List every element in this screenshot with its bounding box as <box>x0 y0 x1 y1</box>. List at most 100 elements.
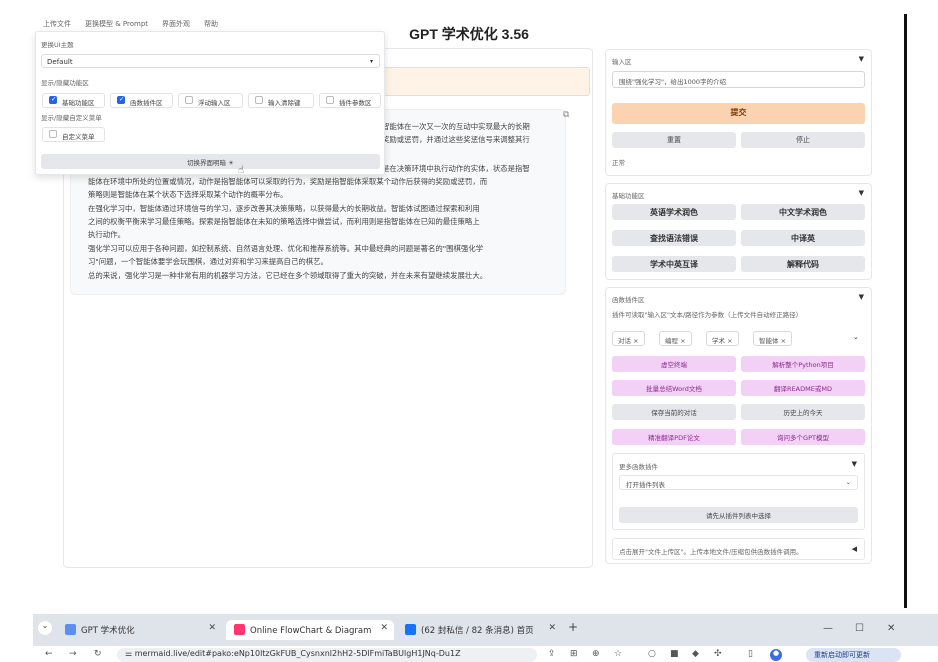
close-window-button[interactable]: ✕ <box>887 623 895 634</box>
void-terminal-button[interactable]: 虚空终端 <box>612 356 736 372</box>
tab-label: (62 封私信 / 82 条消息) 首页 <box>421 626 534 636</box>
checkbox-label: 输入清除键 <box>268 99 301 107</box>
minimize-button[interactable]: — <box>823 623 833 634</box>
collapse-toggle-icon[interactable]: ▼ <box>859 55 864 63</box>
chat-line: 智能体在一次又一次的互动中实现最大的长期 <box>382 122 530 131</box>
puzzle-extensions-icon[interactable]: ✣ <box>714 649 722 659</box>
mermaid-favicon-icon <box>234 624 245 635</box>
submit-button[interactable]: 提交 <box>612 103 865 124</box>
back-arrow-icon[interactable]: ← <box>45 649 53 659</box>
chevron-down-icon[interactable]: ⌄ <box>853 333 931 341</box>
stop-button[interactable]: 停止 <box>741 132 865 148</box>
hand-cursor-icon: ☝ <box>238 165 245 176</box>
reload-icon[interactable]: ↻ <box>94 649 102 659</box>
chinese-polish-button[interactable]: 中文学术润色 <box>741 204 865 220</box>
zoom-icon[interactable]: ⊕ <box>592 649 600 659</box>
academic-translate-button[interactable]: 学术中英互译 <box>612 256 736 272</box>
explain-code-button[interactable]: 解释代码 <box>741 256 865 272</box>
ask-multiple-gpt-button[interactable]: 询问多个GPT模型 <box>741 429 865 445</box>
share-icon[interactable]: ⇪ <box>548 649 556 659</box>
tag-programming[interactable]: 编程 × <box>659 331 692 346</box>
close-icon[interactable]: ✕ <box>548 623 556 633</box>
theme-label: 更换UI主题 <box>41 41 74 49</box>
tab-search-icon[interactable]: ⌄ <box>38 621 52 635</box>
collapse-toggle-icon[interactable]: ▼ <box>859 189 864 197</box>
maximize-button[interactable]: ☐ <box>855 623 864 634</box>
chat-line: 能体在环境中所处的位置或情况，动作是指智能体可以采取的行为，奖励是指智能体采取某… <box>88 177 488 186</box>
reset-button[interactable]: 重置 <box>612 132 736 148</box>
relaunch-update-button[interactable]: 重新启动即可更新 <box>806 648 901 662</box>
caret-left-icon[interactable]: ◀ <box>852 545 857 553</box>
zh-to-en-button[interactable]: 中译英 <box>741 230 865 246</box>
history-today-button[interactable]: 历史上的今天 <box>741 404 865 420</box>
translate-readme-button[interactable]: 翻译README或MD <box>741 380 865 396</box>
checkbox-label: 插件参数区 <box>339 99 372 107</box>
select-plugin-first-button[interactable]: 请先从插件列表中选择 <box>619 507 858 523</box>
new-tab-button[interactable]: + <box>568 620 578 634</box>
extension-icon[interactable]: ■ <box>670 649 679 659</box>
checkbox-basic-area[interactable]: 基础功能区 <box>42 93 105 108</box>
site-info-icon[interactable]: ⚌ <box>125 649 135 658</box>
close-icon[interactable]: ✕ <box>208 623 216 633</box>
parse-python-project-button[interactable]: 解析整个Python项目 <box>741 356 865 372</box>
english-polish-button[interactable]: 英语学术润色 <box>612 204 736 220</box>
theme-select[interactable]: Default ▾ <box>41 54 380 68</box>
more-plugins-title: 更多函数插件 <box>619 463 658 471</box>
checkbox-checked-icon <box>117 95 125 104</box>
checkbox-empty-icon <box>185 96 193 104</box>
basic-functions-panel: 基础功能区 ▼ 英语学术润色 中文学术润色 查找语法错误 中译英 学术中英互译 … <box>605 183 872 280</box>
translate-icon[interactable]: ⊞ <box>570 649 578 659</box>
chat-line: 执行动作。 <box>88 230 125 239</box>
tab-gpt-academic[interactable]: GPT 学术优化 ✕ <box>57 620 222 640</box>
url-text: mermaid.live/edit#pako:eNp10ltzGkFUB_Cys… <box>134 649 461 658</box>
tab-zhihu[interactable]: (62 封私信 / 82 条消息) 首页 ✕ <box>397 620 562 640</box>
chevron-down-icon: ▾ <box>369 58 373 65</box>
grammar-check-button[interactable]: 查找语法错误 <box>612 230 736 246</box>
checkbox-float-input[interactable]: 浮动输入区 <box>178 93 243 108</box>
extension-icon[interactable]: ◆ <box>692 649 699 659</box>
tag-agent[interactable]: 智能体 × <box>753 331 793 346</box>
profile-avatar[interactable]: ● <box>770 649 782 661</box>
close-icon[interactable]: ✕ <box>380 623 388 633</box>
checkbox-custom-menu[interactable]: 自定义菜单 <box>42 127 105 142</box>
summarize-word-button[interactable]: 批量总结Word文档 <box>612 380 736 396</box>
chat-line: 是在决策环境中执行动作的实体，状态是指智 <box>382 164 530 173</box>
collapse-toggle-icon[interactable]: ▼ <box>859 293 864 301</box>
save-conversation-button[interactable]: 保存当前的对话 <box>612 404 736 420</box>
checkbox-plugin-args[interactable]: 插件参数区 <box>319 93 381 108</box>
areas-label: 显示/隐藏功能区 <box>41 79 89 87</box>
sidebar-icon[interactable]: ▯ <box>748 649 753 659</box>
checkbox-plugin-area[interactable]: 函数插件区 <box>110 93 173 108</box>
status-text: 正常 <box>612 159 625 167</box>
input-panel: 输入区 ▼ 围绕"强化学习"，给出1000字的介绍 提交 重置 停止 正常 <box>605 49 872 176</box>
tag-academic[interactable]: 学术 × <box>706 331 739 346</box>
extension-icon[interactable]: ○ <box>648 649 656 659</box>
plugin-list-select[interactable]: 打开插件列表 ⌄ <box>619 475 858 490</box>
window-edge <box>904 14 907 608</box>
tab-mermaid[interactable]: Online FlowChart & Diagram ✕ <box>226 620 394 640</box>
tab-label: GPT 学术优化 <box>81 626 135 636</box>
toggle-dark-mode-button[interactable]: 切换界面明暗 ☀ <box>41 154 380 169</box>
browser-tab-bar: ⌄ GPT 学术优化 ✕ Online FlowChart & Diagram … <box>33 614 938 646</box>
checkbox-label: 自定义菜单 <box>62 133 95 141</box>
translate-pdf-button[interactable]: 精准翻译PDF论文 <box>612 429 736 445</box>
tag-dialog[interactable]: 对话 × <box>612 331 645 346</box>
more-plugins-panel: 更多函数插件 ▼ 打开插件列表 ⌄ 请先从插件列表中选择 <box>612 453 865 530</box>
plugin-list-select-value: 打开插件列表 <box>626 481 665 489</box>
bookmark-star-icon[interactable]: ☆ <box>614 649 622 659</box>
input-panel-title: 输入区 <box>612 58 632 66</box>
chevron-down-icon: ⌄ <box>845 478 851 486</box>
chat-line: 强化学习可以应用于各种问题，如控制系统、自然语言处理、优化和推荐系统等。其中最经… <box>88 244 484 253</box>
chat-line: 策略则是智能体在某个状态下选择采取某个动作的概率分布。 <box>88 190 288 199</box>
checkbox-label: 浮动输入区 <box>198 99 231 107</box>
copy-icon[interactable]: ⧉ <box>563 110 569 120</box>
file-upload-panel[interactable]: 点击展开"文件上传区"。上传本地文件/压缩包供函数插件调用。 ◀ <box>612 538 865 560</box>
address-bar[interactable]: ⚌ mermaid.live/edit#pako:eNp10ltzGkFUB_C… <box>117 648 537 662</box>
tab-label: Online FlowChart & Diagram <box>250 626 372 636</box>
plugin-panel-title: 函数插件区 <box>612 296 645 304</box>
checkbox-empty-icon <box>326 96 334 104</box>
collapse-toggle-icon[interactable]: ▼ <box>852 460 857 468</box>
forward-arrow-icon[interactable]: → <box>69 649 77 659</box>
prompt-input[interactable]: 围绕"强化学习"，给出1000字的介绍 <box>612 71 865 88</box>
checkbox-clear-input[interactable]: 输入清除键 <box>248 93 314 108</box>
